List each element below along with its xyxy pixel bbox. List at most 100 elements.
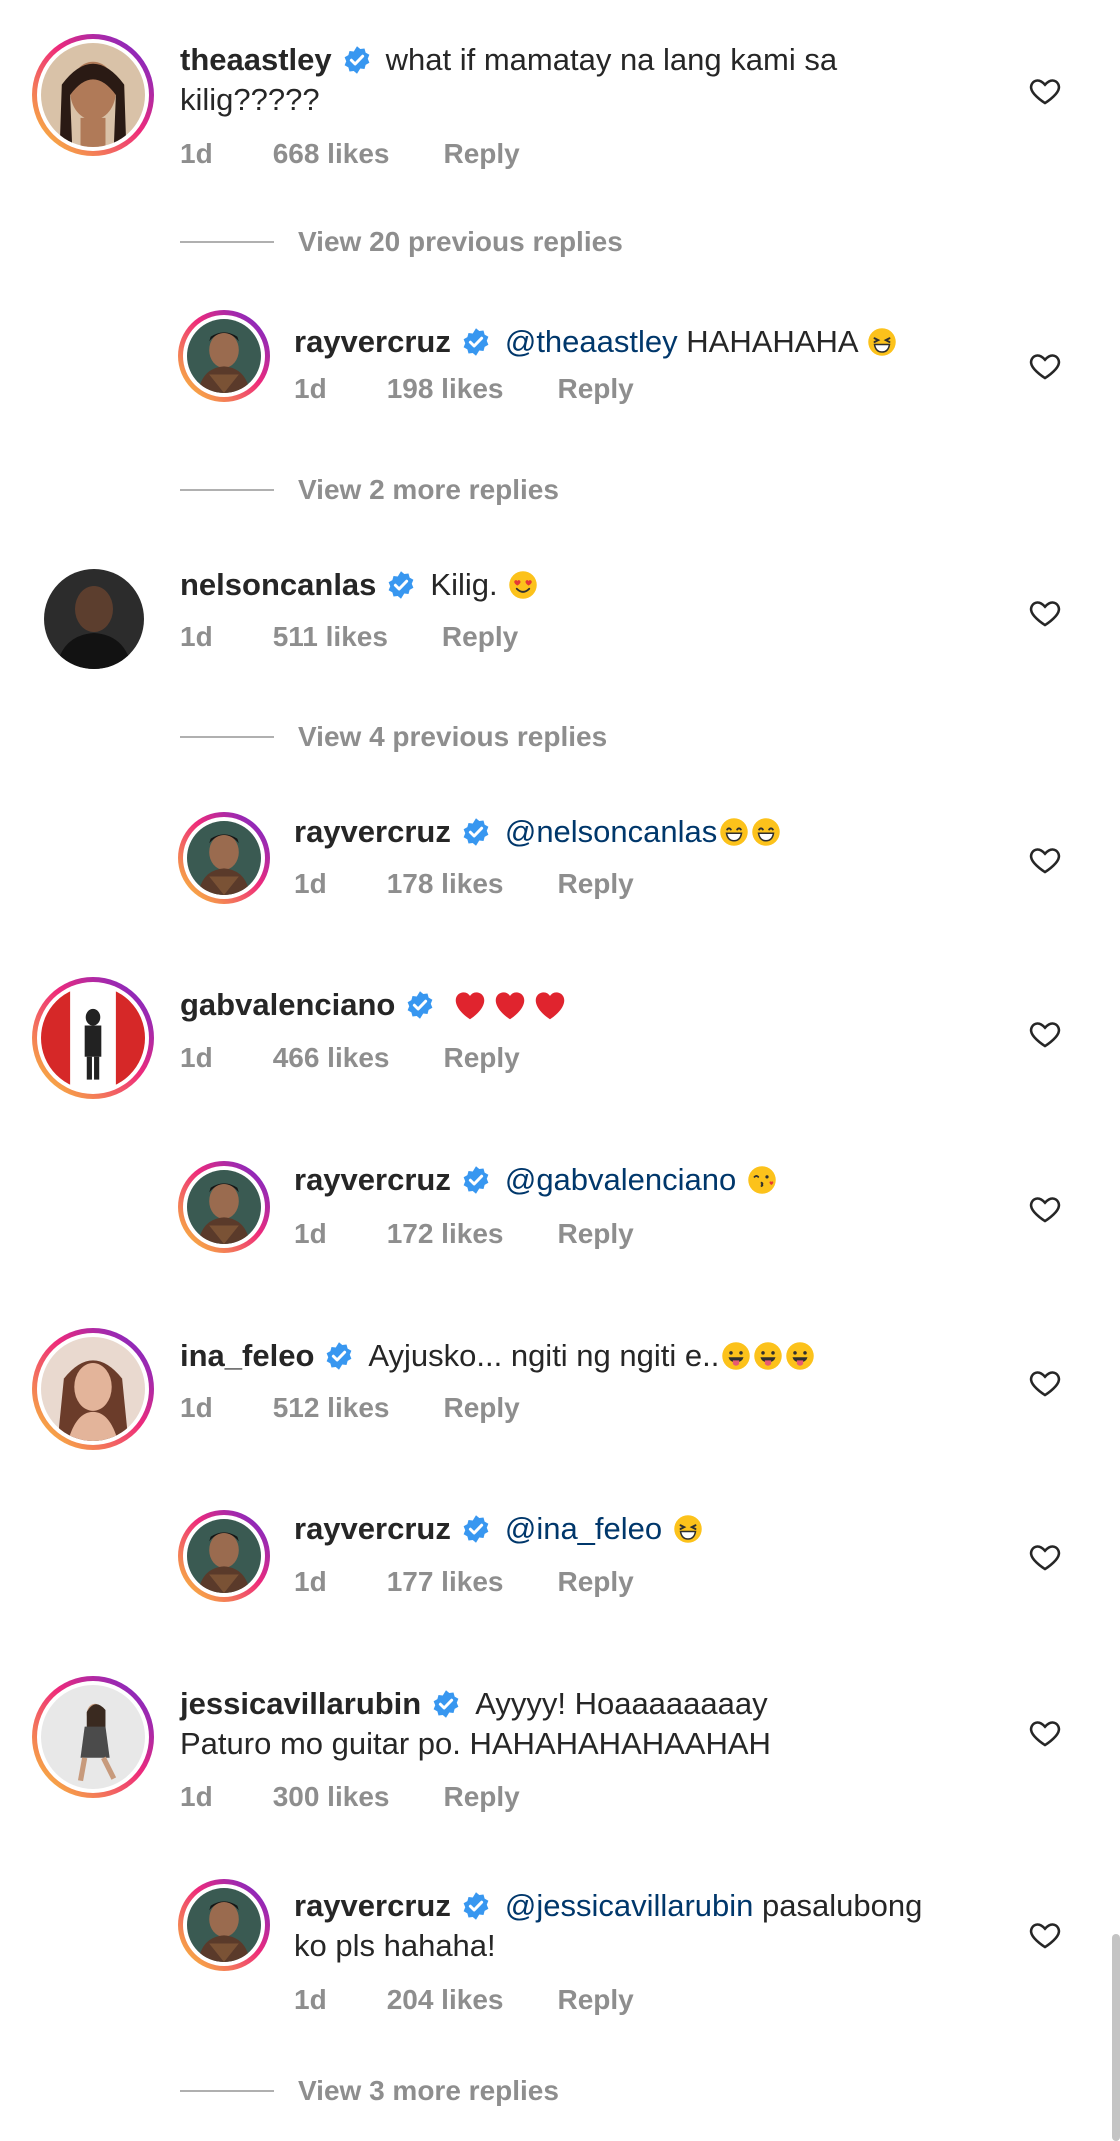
avatar[interactable] — [178, 1510, 270, 1602]
likes-count[interactable]: 300 likes — [273, 1781, 390, 1812]
comment-text: theaastley what if mamatay na lang kami s… — [180, 40, 900, 120]
avatar[interactable] — [178, 1879, 270, 1971]
username[interactable]: rayvercruz — [294, 814, 451, 849]
divider — [180, 736, 274, 738]
avatar[interactable] — [32, 1676, 154, 1798]
reply-text: rayvercruz @theaastley HAHAHAHA — [294, 322, 994, 362]
comment-meta: 1d 198 likes Reply — [294, 373, 688, 405]
likes-count[interactable]: 511 likes — [273, 621, 388, 652]
comment-meta: 1d 177 likes Reply — [294, 1566, 688, 1598]
likes-count[interactable]: 172 likes — [387, 1218, 504, 1249]
divider — [180, 2090, 274, 2092]
heart-outline-icon[interactable] — [1028, 1017, 1062, 1051]
reply-button[interactable]: Reply — [557, 1984, 633, 2015]
comment-body: Ayjusko... ngiti ng ngiti e.. — [368, 1338, 720, 1373]
comment-meta: 1d 466 likes Reply — [180, 1042, 574, 1074]
scrollbar[interactable] — [1112, 1934, 1120, 2141]
heart-outline-icon[interactable] — [1028, 1192, 1062, 1226]
heart-outline-icon[interactable] — [1028, 1540, 1062, 1574]
likes-count[interactable]: 204 likes — [387, 1984, 504, 2015]
reply-text: rayvercruz @gabvalenciano — [294, 1160, 994, 1200]
reply-button[interactable]: Reply — [557, 1218, 633, 1249]
likes-count[interactable]: 668 likes — [273, 138, 390, 169]
likes-count[interactable]: 198 likes — [387, 373, 504, 404]
avatar[interactable] — [32, 1328, 154, 1450]
heart-outline-icon[interactable] — [1028, 349, 1062, 383]
timestamp: 1d — [180, 1781, 213, 1812]
grinning-face-emoji — [719, 817, 749, 847]
reply-button[interactable]: Reply — [557, 373, 633, 404]
view-replies-label: View 4 previous replies — [298, 721, 608, 752]
username[interactable]: rayvercruz — [294, 1888, 451, 1923]
timestamp: 1d — [180, 1392, 213, 1423]
verified-badge-icon — [386, 570, 416, 600]
username[interactable]: gabvalenciano — [180, 987, 395, 1022]
mention-link[interactable]: @theaastley — [505, 324, 678, 359]
reply-button[interactable]: Reply — [442, 621, 518, 652]
avatar[interactable] — [44, 569, 144, 669]
reply-button[interactable]: Reply — [557, 868, 633, 899]
username[interactable]: rayvercruz — [294, 324, 451, 359]
likes-count[interactable]: 512 likes — [273, 1392, 390, 1423]
avatar[interactable] — [178, 1161, 270, 1253]
view-replies-link[interactable]: View 4 previous replies — [180, 721, 607, 753]
reply-button[interactable]: Reply — [443, 1781, 519, 1812]
heart-outline-icon[interactable] — [1028, 1716, 1062, 1750]
grinning-squint-face-emoji — [673, 1514, 703, 1544]
mention-link[interactable]: @jessicavillarubin — [505, 1888, 754, 1923]
likes-count[interactable]: 178 likes — [387, 868, 504, 899]
mention-link[interactable]: @gabvalenciano — [505, 1162, 736, 1197]
heart-outline-icon[interactable] — [1028, 596, 1062, 630]
timestamp: 1d — [180, 1042, 213, 1073]
avatar[interactable] — [32, 977, 154, 1099]
heart-outline-icon[interactable] — [1028, 1918, 1062, 1952]
comment-body: Kilig. — [430, 567, 498, 602]
avatar[interactable] — [32, 34, 154, 156]
reply-button[interactable]: Reply — [443, 138, 519, 169]
timestamp: 1d — [294, 1984, 327, 2015]
mention-link[interactable]: @ina_feleo — [505, 1511, 662, 1546]
comment-body: HAHAHAHA — [677, 324, 857, 359]
comment-meta: 1d 300 likes Reply — [180, 1781, 574, 1813]
comment-body: what if mamatay na lang kami sa — [385, 42, 838, 77]
reply-button[interactable]: Reply — [443, 1042, 519, 1073]
comment-body: pasalubong — [753, 1888, 923, 1923]
verified-badge-icon — [405, 990, 435, 1020]
timestamp: 1d — [294, 868, 327, 899]
verified-badge-icon — [342, 45, 372, 75]
username[interactable]: rayvercruz — [294, 1162, 451, 1197]
reply-button[interactable]: Reply — [557, 1566, 633, 1597]
avatar[interactable] — [178, 812, 270, 904]
reply-button[interactable]: Reply — [443, 1392, 519, 1423]
divider — [180, 241, 274, 243]
heart-outline-icon[interactable] — [1028, 843, 1062, 877]
comment-text: gabvalenciano — [180, 985, 900, 1025]
comment-meta: 1d 511 likes Reply — [180, 621, 572, 653]
likes-count[interactable]: 177 likes — [387, 1566, 504, 1597]
view-replies-link[interactable]: View 2 more replies — [180, 474, 559, 506]
verified-badge-icon — [461, 817, 491, 847]
username[interactable]: rayvercruz — [294, 1511, 451, 1546]
comment-text: ina_feleo Ayjusko... ngiti ng ngiti e.. — [180, 1336, 920, 1376]
red-heart-emoji — [491, 986, 529, 1024]
red-heart-emoji — [451, 986, 489, 1024]
comment-text: nelsoncanlas Kilig. — [180, 565, 900, 605]
username[interactable]: nelsoncanlas — [180, 567, 376, 602]
mention-link[interactable]: @nelsoncanlas — [505, 814, 717, 849]
likes-count[interactable]: 466 likes — [273, 1042, 390, 1073]
timestamp: 1d — [294, 1566, 327, 1597]
reply-text: rayvercruz @ina_feleo — [294, 1509, 994, 1549]
username[interactable]: theaastley — [180, 42, 332, 77]
avatar[interactable] — [178, 310, 270, 402]
comment-meta: 1d 172 likes Reply — [294, 1218, 688, 1250]
grinning-squint-face-emoji — [867, 327, 897, 357]
username[interactable]: ina_feleo — [180, 1338, 314, 1373]
view-replies-link[interactable]: View 3 more replies — [180, 2075, 559, 2107]
tongue-face-emoji — [721, 1341, 751, 1371]
tongue-face-emoji — [753, 1341, 783, 1371]
grinning-face-emoji — [751, 817, 781, 847]
username[interactable]: jessicavillarubin — [180, 1686, 421, 1721]
heart-outline-icon[interactable] — [1028, 74, 1062, 108]
heart-outline-icon[interactable] — [1028, 1366, 1062, 1400]
view-replies-link[interactable]: View 20 previous replies — [180, 226, 623, 258]
